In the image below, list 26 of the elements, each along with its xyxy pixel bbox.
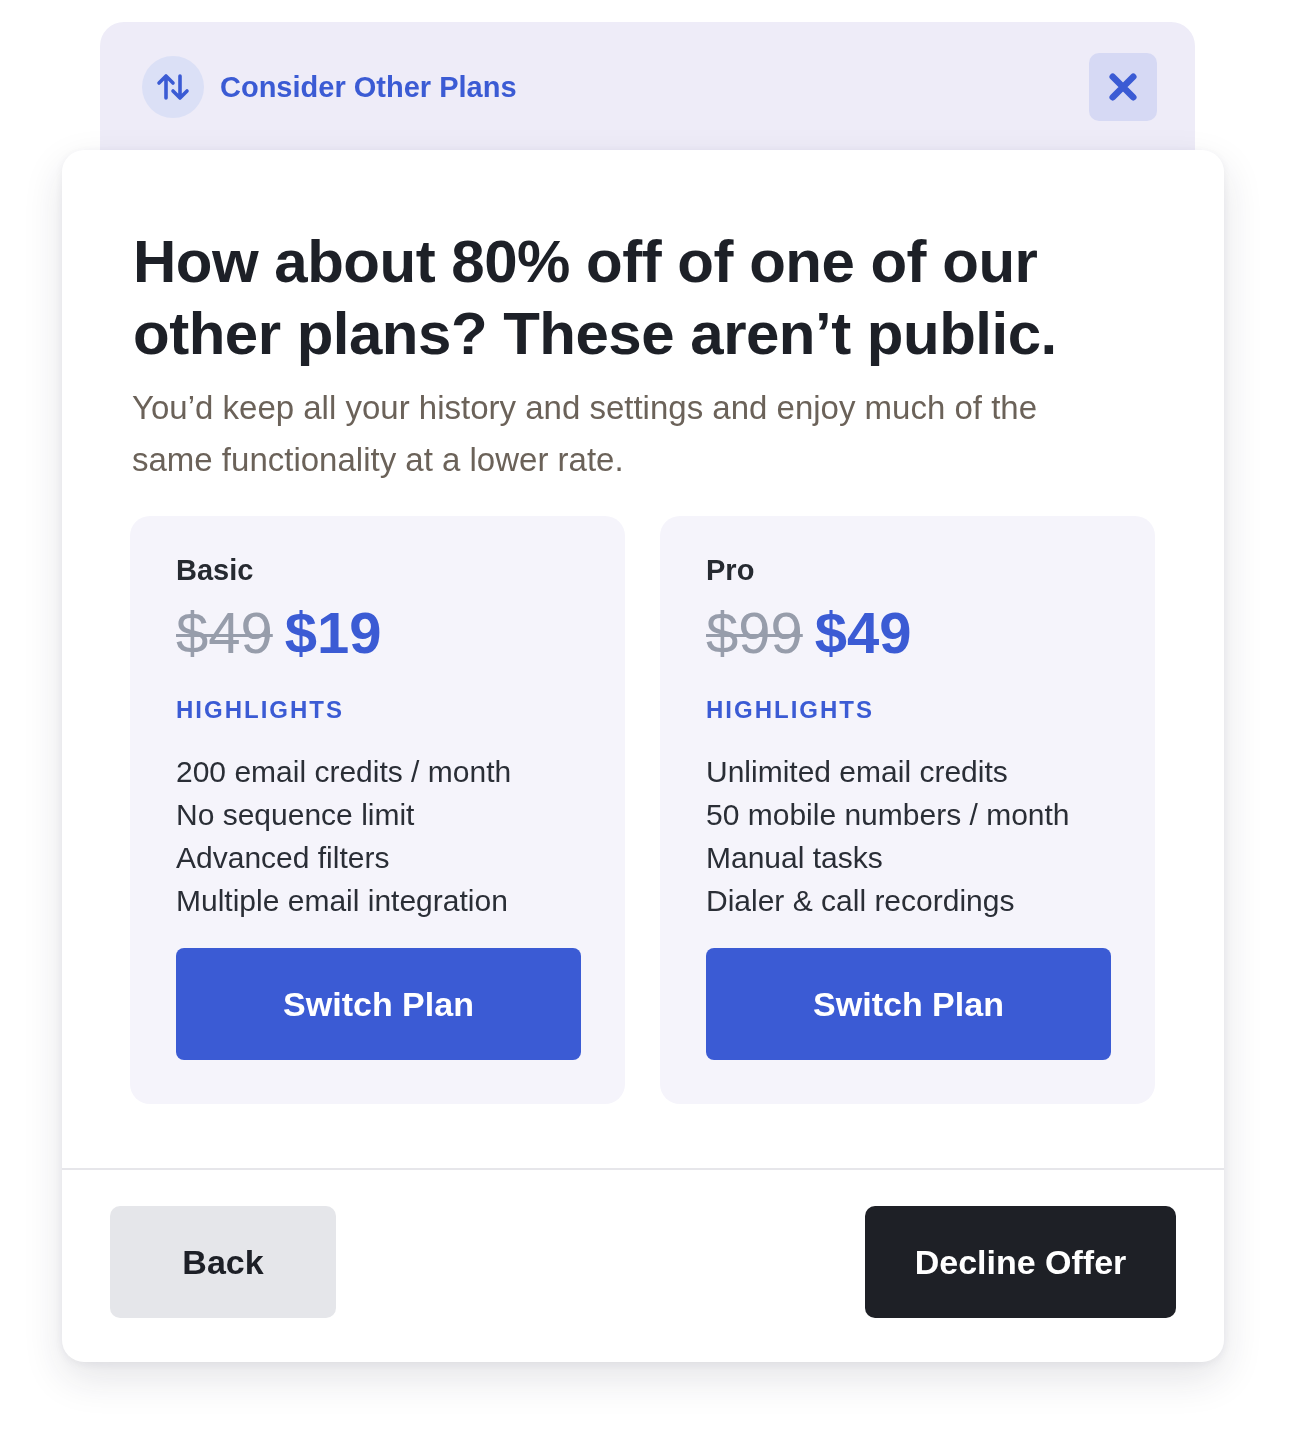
offer-heading: How about 80% off of one of our other plans? These aren’t public. — [133, 227, 1058, 369]
discounted-price: $49 — [814, 599, 912, 666]
original-price: $49 — [176, 599, 273, 666]
decline-offer-button[interactable]: Decline Offer — [865, 1206, 1176, 1318]
highlights-label: HIGHLIGHTS — [176, 696, 345, 724]
feature-item: Manual tasks — [706, 840, 884, 876]
feature-item: Multiple email integration — [176, 883, 509, 919]
plan-name: Basic — [176, 554, 255, 587]
feature-item: Dialer & call recordings — [706, 883, 1016, 919]
feature-item: 200 email credits / month — [176, 754, 513, 790]
dialog-title: Consider Other Plans — [220, 70, 517, 104]
feature-item: 50 mobile numbers / month — [706, 797, 1071, 833]
plan-name: Pro — [706, 554, 756, 587]
original-price: $99 — [706, 599, 803, 666]
switch-plan-button[interactable]: Switch Plan — [706, 948, 1111, 1060]
swap-arrows-icon — [142, 56, 204, 118]
feature-item: Advanced filters — [176, 840, 391, 876]
back-button[interactable]: Back — [110, 1206, 336, 1318]
switch-plan-button[interactable]: Switch Plan — [176, 948, 581, 1060]
close-button[interactable] — [1089, 53, 1157, 121]
feature-item: Unlimited email credits — [706, 754, 1009, 790]
offer-description: You’d keep all your history and settings and enjoy much of the same functionality at a lower rate. — [132, 388, 1039, 480]
discounted-price: $19 — [284, 599, 382, 666]
close-icon — [1109, 73, 1137, 101]
highlights-label: HIGHLIGHTS — [706, 696, 875, 724]
feature-item: No sequence limit — [176, 797, 416, 833]
